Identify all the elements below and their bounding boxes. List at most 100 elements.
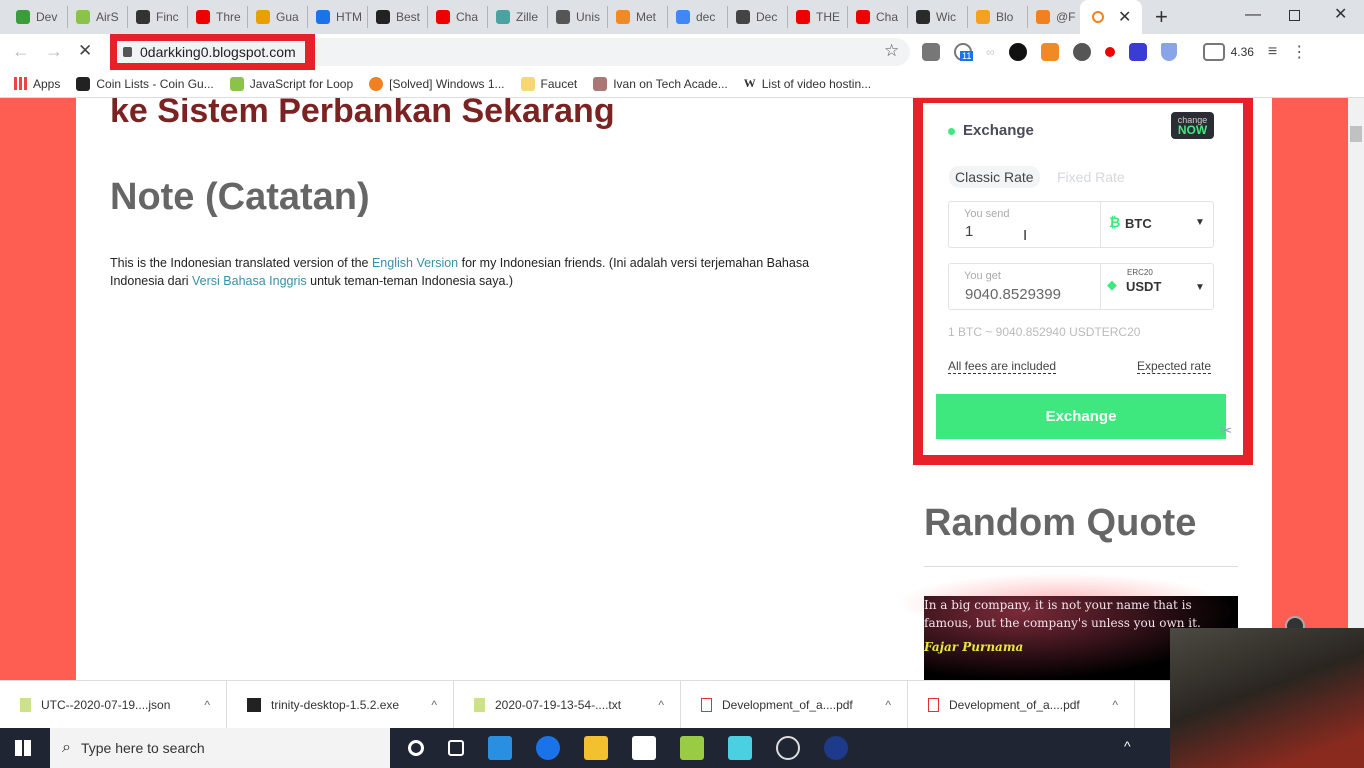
changenow-logo[interactable]: change NOW [1171, 112, 1214, 139]
bookmark-item[interactable]: JavaScript for Loop [229, 76, 353, 91]
bookmark-item[interactable]: Faucet [520, 76, 577, 91]
tab-classic-rate[interactable]: Classic Rate [949, 166, 1040, 188]
download-item[interactable]: UTC--2020-07-19....json ^ [0, 681, 227, 729]
tray-chevron-icon[interactable]: ^ [1124, 738, 1131, 754]
w3-icon [229, 76, 244, 91]
scrollbar[interactable] [1348, 98, 1364, 680]
send-input[interactable]: 1 [965, 223, 973, 240]
chevron-up-icon[interactable]: ^ [1112, 698, 1118, 712]
cortana-icon[interactable] [408, 740, 424, 756]
notepad-icon[interactable] [680, 736, 704, 760]
bookmark-apps[interactable]: Apps [14, 77, 60, 91]
forward-icon[interactable]: → [45, 41, 63, 62]
back-icon[interactable]: ← [12, 41, 30, 62]
tab-label: Cha [876, 10, 899, 24]
fees-info-link[interactable]: All fees are included [948, 359, 1057, 374]
browser-tab[interactable]: HTM [308, 6, 368, 28]
bookmark-item[interactable]: [Solved] Windows 1... [369, 76, 505, 91]
task-view-icon[interactable] [448, 740, 464, 756]
browser-tab[interactable]: AirS [68, 6, 128, 28]
bookmark-star-icon[interactable]: ☆ [884, 41, 899, 61]
browser-tab[interactable]: @F [1028, 6, 1088, 28]
send-amount-field[interactable]: You send 1 I ₿ BTC ▼ [948, 201, 1214, 248]
tab-favicon-icon [556, 10, 570, 24]
browser-tab[interactable]: Cha [848, 6, 908, 28]
record-icon[interactable] [1104, 47, 1115, 57]
coin-icon [76, 76, 91, 91]
browser-tab[interactable]: Finc [128, 6, 188, 28]
chevron-up-icon[interactable]: ^ [431, 698, 437, 712]
bookmark-item[interactable]: Coin Lists - Coin Gu... [76, 76, 214, 91]
extension-badge-icon[interactable]: 11 [954, 43, 974, 61]
browser-tab[interactable]: Best [368, 6, 428, 28]
edge-icon[interactable] [536, 736, 560, 760]
indonesian-version-link[interactable]: Versi Bahasa Inggris [192, 274, 307, 288]
get-currency-select[interactable]: ◆ ERC20 USDT ▼ [1100, 264, 1214, 309]
url-field[interactable]: 0darkking0.blogspot.com [117, 41, 305, 63]
chevron-up-icon[interactable]: ^ [204, 698, 210, 712]
bookmark-label: List of video hostin... [761, 76, 872, 91]
media-control-icon[interactable]: ≡ [1268, 43, 1277, 61]
browser-tab[interactable]: Gua [248, 6, 308, 28]
chevron-up-icon[interactable]: ^ [885, 698, 891, 712]
infinity-icon[interactable]: ∞ [986, 45, 995, 59]
get-currency: USDT [1126, 279, 1162, 294]
windows-start-icon[interactable] [15, 740, 31, 756]
scrollbar-thumb[interactable] [1350, 126, 1362, 142]
english-version-link[interactable]: English Version [372, 256, 458, 270]
taskbar-search[interactable]: ⌕ Type here to search [50, 728, 390, 768]
download-item[interactable]: trinity-desktop-1.5.2.exe ^ [227, 681, 454, 729]
restore-icon[interactable] [1289, 10, 1300, 21]
file-explorer-icon[interactable] [584, 736, 608, 760]
tab-favicon-icon [136, 10, 150, 24]
browser-tab[interactable]: THE [788, 6, 848, 28]
bookmark-item[interactable]: Ivan on Tech Acade... [593, 76, 728, 91]
arduino-icon[interactable] [824, 736, 848, 760]
lock-icon [123, 47, 132, 57]
obs-icon[interactable] [776, 736, 800, 760]
shield-icon[interactable] [1160, 43, 1177, 61]
button-label: Exchange [1045, 408, 1117, 425]
browser-tab[interactable]: Dec [728, 6, 788, 28]
browser-tab[interactable]: Met [608, 6, 668, 28]
browser-tab[interactable]: Dev [8, 6, 68, 28]
download-item[interactable]: 2020-07-19-13-54-....txt ^ [454, 681, 681, 729]
tab-favicon-icon [856, 10, 870, 24]
store-icon[interactable] [632, 736, 656, 760]
exchange-button[interactable]: Exchange [936, 394, 1226, 439]
browser-tab[interactable]: Cha [428, 6, 488, 28]
disk-extension-icon[interactable] [1202, 43, 1225, 61]
app-cube-icon[interactable] [728, 736, 752, 760]
extension-cube-icon[interactable] [922, 43, 940, 61]
j-extension-icon[interactable] [1128, 43, 1147, 61]
browser-tab[interactable]: Blo [968, 6, 1028, 28]
stop-loading-icon[interactable]: ✕ [78, 41, 92, 61]
get-amount-field[interactable]: You get 9040.8529399 ◆ ERC20 USDT ▼ [948, 263, 1214, 310]
solved-icon [369, 76, 384, 91]
menu-icon[interactable]: ⋮ [1291, 42, 1307, 62]
new-tab-button[interactable]: + [1155, 4, 1168, 30]
bookmark-item[interactable]: W List of video hostin... [744, 76, 871, 91]
browser-tab[interactable]: Zille [488, 6, 548, 28]
expected-rate-link[interactable]: Expected rate [1137, 359, 1212, 374]
chevron-up-icon[interactable]: ^ [658, 698, 664, 712]
close-window-icon[interactable]: ✕ [1334, 4, 1347, 24]
balls-extension-icon[interactable] [1072, 43, 1091, 61]
tab-favicon-icon [976, 10, 990, 24]
browser-tab[interactable]: Unis [548, 6, 608, 28]
browser-tab[interactable]: dec [668, 6, 728, 28]
mail-icon[interactable] [488, 736, 512, 760]
minimize-icon[interactable]: — [1245, 6, 1261, 24]
metamask-icon[interactable] [1040, 43, 1059, 61]
tab-fixed-rate[interactable]: Fixed Rate [1057, 169, 1125, 185]
download-item[interactable]: Development_of_a....pdf ^ [908, 681, 1135, 729]
active-tab[interactable]: ✕ [1080, 0, 1142, 34]
browser-tab[interactable]: Wic [908, 6, 968, 28]
tab-favicon-icon [436, 10, 450, 24]
browser-tab[interactable]: Thre [188, 6, 248, 28]
download-name: 2020-07-19-13-54-....txt [495, 698, 622, 712]
download-item[interactable]: Development_of_a....pdf ^ [681, 681, 908, 729]
send-currency-select[interactable]: ₿ BTC ▼ [1100, 202, 1214, 247]
s-extension-icon[interactable] [1008, 43, 1027, 61]
close-tab-icon[interactable]: ✕ [1118, 7, 1131, 27]
